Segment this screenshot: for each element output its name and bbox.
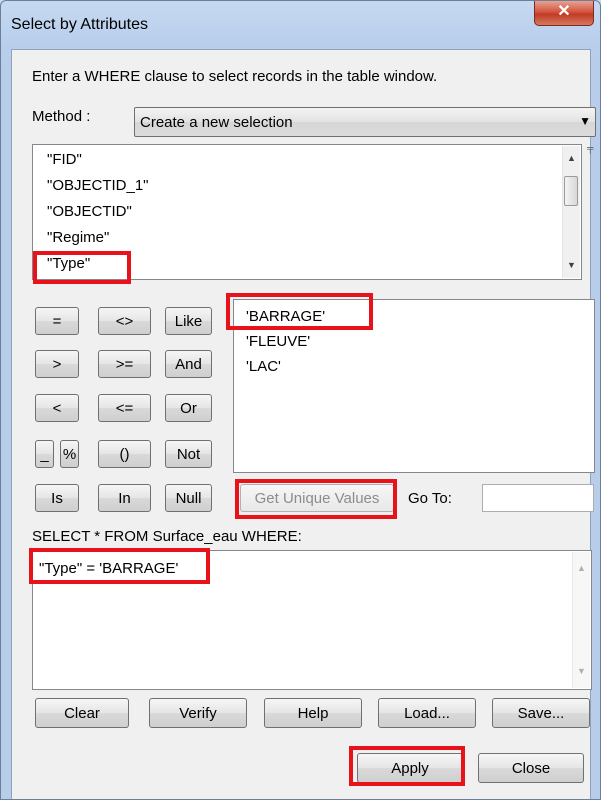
apply-button[interactable]: Apply — [357, 753, 463, 783]
expression-textbox[interactable]: "Type" = 'BARRAGE' ▲ ▼ — [32, 550, 592, 690]
goto-label: Go To: — [408, 490, 452, 507]
instruction-text: Enter a WHERE clause to select records i… — [32, 68, 438, 85]
method-selected-value: Create a new selection — [140, 114, 293, 131]
not-equal-button[interactable]: <> — [98, 307, 151, 335]
unique-value-item[interactable]: 'BARRAGE' — [246, 308, 325, 325]
equals-button[interactable]: = — [35, 307, 79, 335]
field-item-objectid-1[interactable]: "OBJECTID_1" — [47, 177, 149, 194]
save-button[interactable]: Save... — [492, 698, 590, 728]
percent-button[interactable]: % — [60, 440, 79, 468]
parentheses-button[interactable]: () — [98, 440, 151, 468]
verify-button[interactable]: Verify — [149, 698, 247, 728]
window-title: Select by Attributes — [11, 16, 148, 33]
title-bar[interactable]: Select by Attributes ✕ — [1, 1, 600, 49]
goto-input[interactable] — [482, 484, 594, 512]
select-by-attributes-window: Select by Attributes ✕ Enter a WHERE cla… — [0, 0, 601, 800]
null-button[interactable]: Null — [165, 484, 212, 512]
method-label: Method : — [32, 108, 91, 125]
field-item-regime[interactable]: "Regime" — [47, 229, 109, 246]
scroll-down-icon[interactable]: ▼ — [573, 663, 590, 680]
scroll-down-icon[interactable]: ▼ — [563, 257, 580, 274]
expression-text: "Type" = 'BARRAGE' — [39, 560, 179, 577]
get-unique-values-button[interactable]: Get Unique Values — [240, 484, 394, 512]
close-window-button[interactable]: ✕ — [534, 1, 594, 26]
in-button[interactable]: In — [98, 484, 151, 512]
underscore-button[interactable]: _ — [35, 440, 54, 468]
and-button[interactable]: And — [165, 350, 212, 378]
fields-listbox[interactable]: "FID" "OBJECTID_1" "OBJECTID" "Regime" "… — [32, 144, 582, 280]
resize-grip-icon: ╤ — [587, 143, 594, 153]
not-button[interactable]: Not — [165, 440, 212, 468]
expression-scrollbar[interactable]: ▲ ▼ — [572, 552, 590, 688]
close-button[interactable]: Close — [478, 753, 584, 783]
less-equal-button[interactable]: <= — [98, 394, 151, 422]
fields-scrollbar[interactable]: ▲ ▼ — [562, 146, 580, 278]
scroll-thumb[interactable] — [564, 176, 578, 206]
scroll-up-icon[interactable]: ▲ — [573, 560, 590, 577]
unique-value-item[interactable]: 'LAC' — [246, 358, 281, 375]
is-button[interactable]: Is — [35, 484, 79, 512]
field-item-objectid[interactable]: "OBJECTID" — [47, 203, 132, 220]
load-button[interactable]: Load... — [378, 698, 476, 728]
less-than-button[interactable]: < — [35, 394, 79, 422]
unique-values-listbox[interactable]: 'BARRAGE' 'FLEUVE' 'LAC' — [233, 299, 595, 473]
dialog-body: Enter a WHERE clause to select records i… — [11, 49, 596, 799]
field-item-fid[interactable]: "FID" — [47, 151, 82, 168]
or-button[interactable]: Or — [165, 394, 212, 422]
method-dropdown[interactable]: Create a new selection ▼ — [134, 107, 596, 137]
greater-than-button[interactable]: > — [35, 350, 79, 378]
like-button[interactable]: Like — [165, 307, 212, 335]
close-icon: ✕ — [557, 3, 571, 20]
field-item-type[interactable]: "Type" — [47, 255, 90, 272]
help-button[interactable]: Help — [264, 698, 362, 728]
greater-equal-button[interactable]: >= — [98, 350, 151, 378]
unique-value-item[interactable]: 'FLEUVE' — [246, 333, 310, 350]
select-statement-label: SELECT * FROM Surface_eau WHERE: — [32, 528, 302, 545]
chevron-down-icon: ▼ — [579, 114, 591, 128]
clear-button[interactable]: Clear — [35, 698, 129, 728]
scroll-up-icon[interactable]: ▲ — [563, 150, 580, 167]
